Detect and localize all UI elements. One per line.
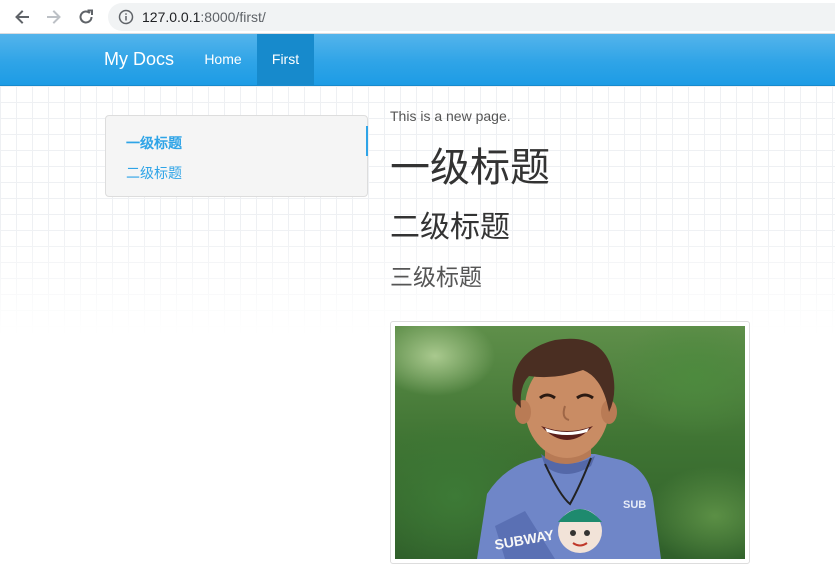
forward-button[interactable] <box>42 5 66 29</box>
heading-level-3: 三级标题 <box>390 264 482 290</box>
intro-text: This is a new page. <box>390 108 511 124</box>
url-text[interactable]: 127.0.0.1:8000/first/ <box>142 9 266 25</box>
reload-button[interactable] <box>74 5 98 29</box>
toc-item-h2[interactable]: 二级标题 <box>126 163 182 183</box>
toc-active-indicator <box>366 126 368 156</box>
heading-level-1: 一级标题 <box>390 146 550 190</box>
browser-toolbar: 127.0.0.1:8000/first/ <box>0 0 835 34</box>
reload-icon <box>79 9 93 24</box>
arrow-right-icon <box>47 10 61 24</box>
toc-item-h1[interactable]: 一级标题 <box>126 133 182 153</box>
nav-home[interactable]: Home <box>192 34 254 85</box>
arrow-left-icon <box>15 10 29 24</box>
back-button[interactable] <box>10 5 34 29</box>
table-of-contents: 一级标题 二级标题 <box>105 115 368 197</box>
site-brand[interactable]: My Docs <box>104 34 174 85</box>
url-path: :8000/first/ <box>200 9 266 25</box>
child-illustration: SUBWAY SUB <box>477 338 661 559</box>
url-host: 127.0.0.1 <box>142 9 201 25</box>
address-bar[interactable]: 127.0.0.1:8000/first/ <box>108 3 835 31</box>
heading-level-2: 二级标题 <box>390 211 510 244</box>
site-navbar: My Docs Home First <box>0 34 835 86</box>
nav-first[interactable]: First <box>257 34 314 85</box>
svg-text:SUB: SUB <box>623 499 646 511</box>
image-thumbnail: SUBWAY SUB <box>390 321 750 564</box>
info-icon[interactable] <box>118 9 134 25</box>
child-photo: SUBWAY SUB <box>395 326 745 559</box>
